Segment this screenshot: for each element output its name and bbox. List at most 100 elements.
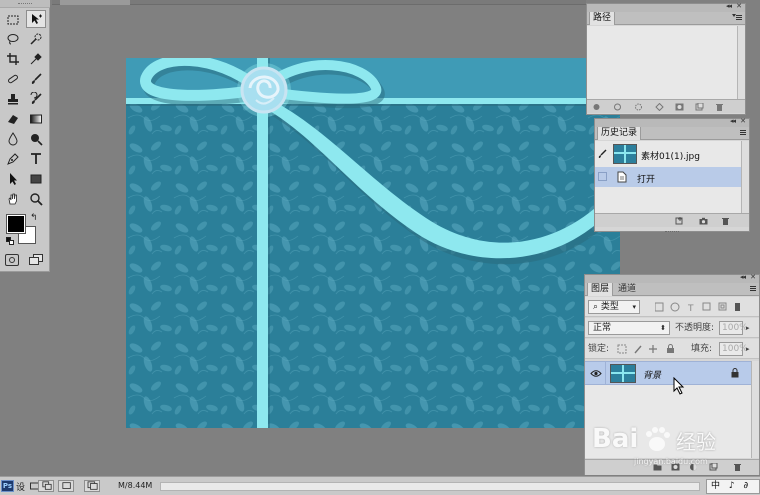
tab-history[interactable]: 历史记录 — [597, 127, 642, 140]
gradient-tool-icon[interactable] — [26, 110, 46, 128]
close-icon[interactable]: ✕ — [736, 2, 742, 10]
rect-marquee-tool-icon[interactable] — [3, 11, 23, 29]
blend-mode-value: 正常 — [593, 323, 612, 333]
history-step-label: 打开 — [637, 175, 656, 185]
arrange-docs-button[interactable] — [38, 480, 54, 492]
make-work-path-icon[interactable] — [655, 103, 664, 111]
opacity-input[interactable]: 100% — [719, 321, 748, 335]
horizontal-scrollbar[interactable] — [160, 482, 700, 491]
panel-resize-grip[interactable] — [665, 231, 679, 234]
layers-footer — [585, 459, 759, 475]
eye-visibility-icon[interactable] — [590, 369, 602, 378]
quick-mask-icon[interactable] — [5, 254, 19, 266]
load-selection-icon[interactable] — [634, 103, 643, 111]
history-snapshot-row[interactable]: 素材01(1).jpg — [595, 141, 741, 167]
type-tool-icon[interactable] — [26, 150, 46, 168]
default-colors-icon[interactable] — [6, 237, 14, 245]
eyedropper-tool-icon[interactable] — [26, 50, 46, 68]
quick-select-tool-icon[interactable] — [26, 30, 46, 48]
history-list: 素材01(1).jpg 打开 — [595, 141, 749, 213]
add-mask-icon[interactable] — [671, 463, 680, 471]
stroke-path-icon[interactable] — [613, 103, 622, 111]
canvas-artwork — [126, 58, 620, 428]
ps-logo: Ps — [1, 480, 14, 492]
opacity-stepper-icon[interactable]: ▸ — [746, 321, 750, 335]
scrollbar[interactable] — [751, 361, 759, 458]
adjustment-layer-icon[interactable] — [689, 463, 698, 471]
paths-list — [587, 26, 745, 99]
new-document-from-state-icon[interactable] — [675, 217, 684, 225]
panel-menu-icon[interactable] — [737, 129, 746, 137]
brush-tool-icon[interactable] — [26, 70, 46, 88]
blur-tool-icon[interactable] — [3, 130, 23, 148]
document-size[interactable]: M/8.44M — [118, 481, 152, 490]
healing-brush-tool-icon[interactable] — [3, 70, 23, 88]
scrollbar[interactable] — [737, 26, 745, 99]
fill-label: 填充: — [691, 344, 713, 354]
delete-layer-icon[interactable] — [733, 463, 742, 471]
delete-path-icon[interactable] — [715, 103, 724, 111]
document-canvas[interactable] — [126, 58, 620, 428]
hand-tool-icon[interactable] — [3, 190, 23, 208]
move-tool-icon[interactable] — [26, 10, 46, 28]
fill-stepper-icon[interactable]: ▸ — [746, 342, 750, 356]
paths-panel: ◂◂ ✕ 路径 — [586, 2, 746, 115]
document-tab[interactable] — [60, 0, 130, 5]
lock-label: 锁定: — [588, 344, 610, 354]
window-restore-button[interactable] — [58, 480, 74, 492]
crop-tool-icon[interactable] — [3, 50, 23, 68]
window-arrange-button[interactable] — [84, 480, 100, 492]
fill-input[interactable]: 100% — [719, 342, 748, 356]
snapshot-camera-icon[interactable] — [699, 217, 708, 225]
pen-tool-icon[interactable] — [3, 150, 23, 168]
document-tab-strip — [52, 0, 586, 5]
layer-filter-row: ⌕ 类型 ▾ T — [585, 297, 759, 317]
tab-layers[interactable]: 图层 — [587, 283, 614, 296]
history-step-row[interactable]: 打开 — [595, 167, 741, 187]
collapse-icon[interactable]: ◂◂ — [730, 117, 736, 125]
close-icon[interactable]: ✕ — [740, 117, 746, 125]
foreground-color-swatch[interactable] — [6, 214, 26, 234]
lock-options-icons[interactable] — [617, 344, 677, 354]
collapse-icon[interactable]: ◂◂ — [740, 273, 746, 281]
history-brush-icon[interactable] — [597, 149, 607, 159]
svg-text:T: T — [687, 304, 694, 312]
collapse-icon[interactable]: ◂◂ — [726, 2, 732, 10]
layer-row[interactable]: 背景 — [585, 361, 751, 385]
history-panel: ◂◂ ✕ 历史记录 素材01(1).jpg 打开 — [594, 117, 750, 234]
add-mask-icon[interactable] — [675, 103, 684, 111]
panel-menu-icon[interactable] — [732, 14, 742, 22]
panel-menu-icon[interactable] — [747, 285, 756, 293]
screen-mode-icon[interactable] — [29, 254, 43, 266]
filter-kind-value: 类型 — [600, 302, 619, 312]
dodge-tool-icon[interactable] — [26, 130, 46, 148]
zoom-tool-icon[interactable] — [26, 190, 46, 208]
blend-mode-select[interactable]: 正常 ⬍ — [588, 321, 670, 335]
scrollbar[interactable] — [741, 141, 749, 213]
swap-colors-icon[interactable]: ↰ — [30, 213, 38, 223]
clone-stamp-tool-icon[interactable] — [3, 90, 23, 108]
path-select-tool-icon[interactable] — [3, 170, 23, 188]
new-path-icon[interactable] — [695, 103, 704, 111]
fill-path-icon[interactable] — [592, 103, 601, 111]
history-brush-tool-icon[interactable] — [26, 90, 46, 108]
history-source-checkbox[interactable] — [598, 172, 607, 181]
tab-paths[interactable]: 路径 — [589, 12, 616, 25]
layer-filter-kind-select[interactable]: ⌕ 类型 ▾ — [588, 300, 640, 314]
tab-channels[interactable]: 通道 — [615, 283, 639, 296]
layer-name[interactable]: 背景 — [643, 368, 661, 381]
new-group-icon[interactable] — [653, 463, 662, 471]
new-layer-icon[interactable] — [709, 463, 718, 471]
close-icon[interactable]: ✕ — [750, 273, 756, 281]
mouse-cursor-icon — [673, 377, 685, 395]
ime-indicator[interactable]: 中 ♪ ∂ — [706, 479, 760, 494]
search-icon: ⌕ — [593, 302, 601, 312]
layer-filter-icons[interactable]: T — [655, 302, 760, 312]
lasso-tool-icon[interactable] — [3, 30, 23, 48]
side-label: 设 — [16, 483, 26, 493]
snapshot-label: 素材01(1).jpg — [641, 152, 700, 162]
rectangle-shape-tool-icon[interactable] — [26, 170, 46, 188]
toolbox-grip[interactable] — [0, 0, 50, 8]
delete-state-icon[interactable] — [721, 217, 730, 225]
eraser-tool-icon[interactable] — [3, 110, 23, 128]
